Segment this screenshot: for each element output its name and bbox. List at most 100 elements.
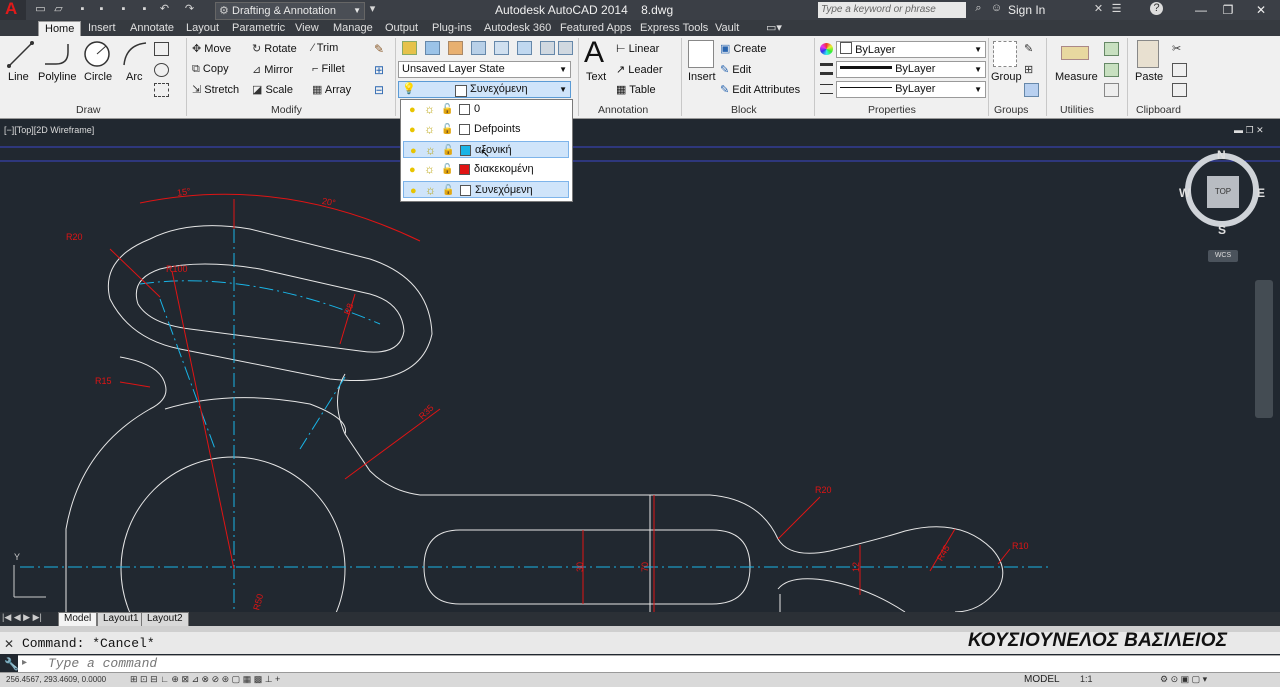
viewcube-top[interactable]: TOP — [1207, 176, 1239, 208]
command-input[interactable] — [18, 655, 1280, 672]
sun-icon[interactable]: ☼ — [425, 182, 436, 199]
offset-icon[interactable]: ⊟ — [374, 83, 387, 97]
layer-properties-icon[interactable] — [402, 41, 417, 55]
paste-button[interactable]: Paste — [1135, 71, 1163, 83]
mirror-button[interactable]: ⊿ Mirror — [252, 63, 293, 76]
layer-isolate-icon[interactable] — [471, 41, 486, 55]
tab-vault[interactable]: Vault — [715, 21, 739, 36]
copy-clip-icon[interactable] — [1172, 63, 1187, 77]
bulb-icon[interactable]: ● — [409, 122, 416, 139]
modify-panel-title[interactable]: Modify — [271, 104, 302, 116]
layout-nav-arrows[interactable]: |◀ ◀ ▶ ▶| — [2, 612, 42, 623]
layer-match-icon[interactable] — [540, 41, 555, 55]
erase-icon[interactable]: ✎ — [374, 42, 387, 56]
layer-item[interactable]: ● ☼ 🔓 διακεκομένη — [403, 161, 569, 178]
tab-layout2[interactable]: Layout2 — [141, 612, 189, 627]
compass-north[interactable]: N — [1217, 148, 1226, 162]
scale-button[interactable]: ◪ Scale — [252, 83, 293, 96]
unlock-icon[interactable]: 🔓 — [441, 161, 453, 178]
undo-icon[interactable]: ↶ — [158, 3, 171, 16]
tab-parametric[interactable]: Parametric — [232, 21, 285, 36]
help-icon[interactable]: ? — [1150, 2, 1163, 15]
sun-icon[interactable]: ☼ — [424, 121, 435, 138]
create-block-button[interactable]: ▣ Create — [720, 42, 767, 55]
layer-state-select[interactable]: Unsaved Layer State ▼ — [398, 61, 571, 78]
new-icon[interactable]: ▭ — [34, 3, 47, 16]
layer-color-swatch[interactable] — [459, 104, 470, 115]
close-button[interactable]: ✕ — [1248, 0, 1274, 20]
sign-in-button[interactable]: Sign In — [1008, 3, 1045, 17]
text-button[interactable]: Text — [586, 71, 606, 83]
drafting-toggles[interactable]: ⊞ ⊡ ⊟ ∟ ⊕ ⊠ ⊿ ⊗ ⊘ ⊛ ▢ ▦ ▩ ⊥ + — [130, 674, 280, 685]
group-button[interactable]: Group — [991, 71, 1022, 83]
draw-panel-title[interactable]: Draw — [76, 104, 101, 116]
quick-access-menu-icon[interactable]: ▾ — [366, 3, 379, 16]
sun-icon[interactable]: ☼ — [424, 161, 435, 178]
layer-item[interactable]: ● ☼ 🔓 0 — [403, 101, 569, 118]
polyline-button[interactable]: Polyline — [38, 71, 77, 83]
copy-button[interactable]: ⧉ Copy — [192, 63, 229, 76]
tab-insert[interactable]: Insert — [88, 21, 116, 36]
table-button[interactable]: ▦ Table — [616, 83, 656, 96]
sun-icon[interactable]: ☼ — [424, 101, 435, 118]
rotate-button[interactable]: ↻ Rotate — [252, 42, 297, 55]
line-button[interactable]: Line — [8, 71, 29, 83]
tab-express-tools[interactable]: Express Tools — [640, 21, 708, 36]
status-tray-icons[interactable]: ⚙ ⊙ ▣ ▢ ▾ — [1160, 674, 1207, 685]
linetype-select[interactable]: ByLayer ▼ — [836, 81, 986, 98]
cut-icon[interactable]: ✂ — [1172, 42, 1185, 55]
layer-states-icon[interactable] — [425, 41, 440, 55]
save-as-icon[interactable]: ▪ — [95, 3, 108, 16]
hatch-icon[interactable] — [154, 83, 169, 97]
tab-layout[interactable]: Layout — [186, 21, 219, 36]
bulb-icon[interactable]: ● — [410, 183, 417, 200]
tab-autodesk-360[interactable]: Autodesk 360 — [484, 21, 551, 36]
tab-plug-ins[interactable]: Plug-ins — [432, 21, 472, 36]
unlock-icon[interactable]: 🔓 — [442, 182, 454, 199]
lineweight-select[interactable]: ByLayer ▼ — [836, 61, 986, 78]
compass-west[interactable]: W — [1179, 186, 1190, 200]
print-icon[interactable]: ▪ — [138, 3, 151, 16]
annotation-panel-title[interactable]: Annotation — [598, 104, 648, 116]
compass-east[interactable]: E — [1257, 186, 1265, 200]
layer-item[interactable]: ● ☼ 🔓 Defpoints — [403, 121, 569, 138]
close-command-icon[interactable]: ✕ — [4, 637, 14, 651]
copy-base-icon[interactable] — [1172, 83, 1187, 97]
save-icon[interactable]: ▪ — [76, 3, 89, 16]
layer-select[interactable]: 💡 Συνεχόμενη ▼ — [398, 81, 571, 98]
linear-button[interactable]: ⊢ Linear — [616, 42, 659, 55]
measure-button[interactable]: Measure — [1055, 71, 1098, 83]
restore-button[interactable]: ❐ — [1215, 0, 1241, 20]
arc-button[interactable]: Arc — [126, 71, 143, 83]
unlock-icon[interactable]: 🔓 — [442, 142, 454, 159]
color-select[interactable]: ByLayer ▼ — [836, 41, 986, 58]
search-icon[interactable]: ⌕ — [972, 2, 985, 15]
explode-icon[interactable]: ⊞ — [374, 63, 387, 77]
layer-off-icon[interactable] — [448, 41, 463, 55]
command-prompt-icon[interactable]: ▸ — [22, 657, 27, 668]
wrench-icon[interactable]: 🔧 — [4, 657, 19, 671]
stretch-button[interactable]: ⇲ Stretch — [192, 83, 239, 96]
model-space-button[interactable]: MODEL — [1024, 674, 1060, 685]
apps-icon[interactable]: ☰ — [1110, 3, 1123, 16]
tab-annotate[interactable]: Annotate — [130, 21, 174, 36]
select-all-icon[interactable] — [1104, 63, 1119, 77]
wcs-menu[interactable]: WCS — [1208, 250, 1238, 262]
compass-south[interactable]: S — [1218, 223, 1226, 237]
groups-panel-title[interactable]: Groups — [994, 104, 1028, 116]
annotation-scale[interactable]: 1:1 — [1080, 674, 1093, 684]
plot-icon[interactable]: ▪ — [117, 3, 130, 16]
sun-icon[interactable]: ☼ — [425, 142, 436, 159]
unlock-icon[interactable]: 🔓 — [441, 101, 453, 118]
group-edit-icon[interactable]: ⊞ — [1024, 63, 1037, 76]
bulb-icon[interactable]: ● — [409, 162, 416, 179]
layer-color-swatch[interactable] — [460, 185, 471, 196]
unlock-icon[interactable]: 🔓 — [441, 121, 453, 138]
tab-model[interactable]: Model — [58, 612, 98, 627]
utilities-panel-title[interactable]: Utilities — [1060, 104, 1094, 116]
workspace-select[interactable]: ⚙ Drafting & Annotation ▼ — [215, 2, 365, 20]
tab-layout1[interactable]: Layout1 — [97, 612, 145, 627]
open-icon[interactable]: ▱ — [52, 3, 65, 16]
bulb-icon[interactable]: ● — [410, 143, 417, 160]
quick-select-icon[interactable] — [1104, 42, 1119, 56]
